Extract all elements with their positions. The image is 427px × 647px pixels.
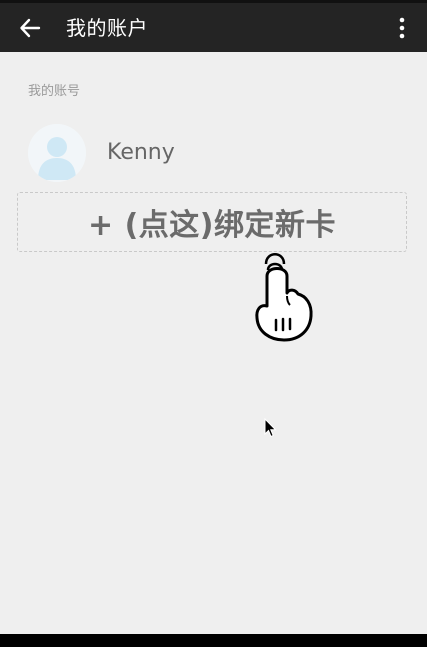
bind-new-card-button[interactable]: + (点这)绑定新卡 [17,192,407,252]
avatar [28,124,86,182]
account-username: Kenny [107,140,175,165]
section-label-my-account: 我的账号 [28,84,81,99]
arrow-left-icon [20,18,41,38]
navigation-bar [0,634,427,647]
page-title: 我的账户 [66,16,148,40]
app-toolbar: 我的账户 [0,3,427,52]
user-avatar-icon [28,124,86,182]
account-row[interactable]: Kenny [16,118,411,188]
more-options-button[interactable] [387,11,417,45]
more-vertical-icon [399,17,405,39]
back-button[interactable] [12,11,48,45]
pointing-hand-icon [255,253,313,342]
mouse-cursor-icon [264,418,277,438]
bind-new-card-label: + (点这)绑定新卡 [87,208,336,243]
